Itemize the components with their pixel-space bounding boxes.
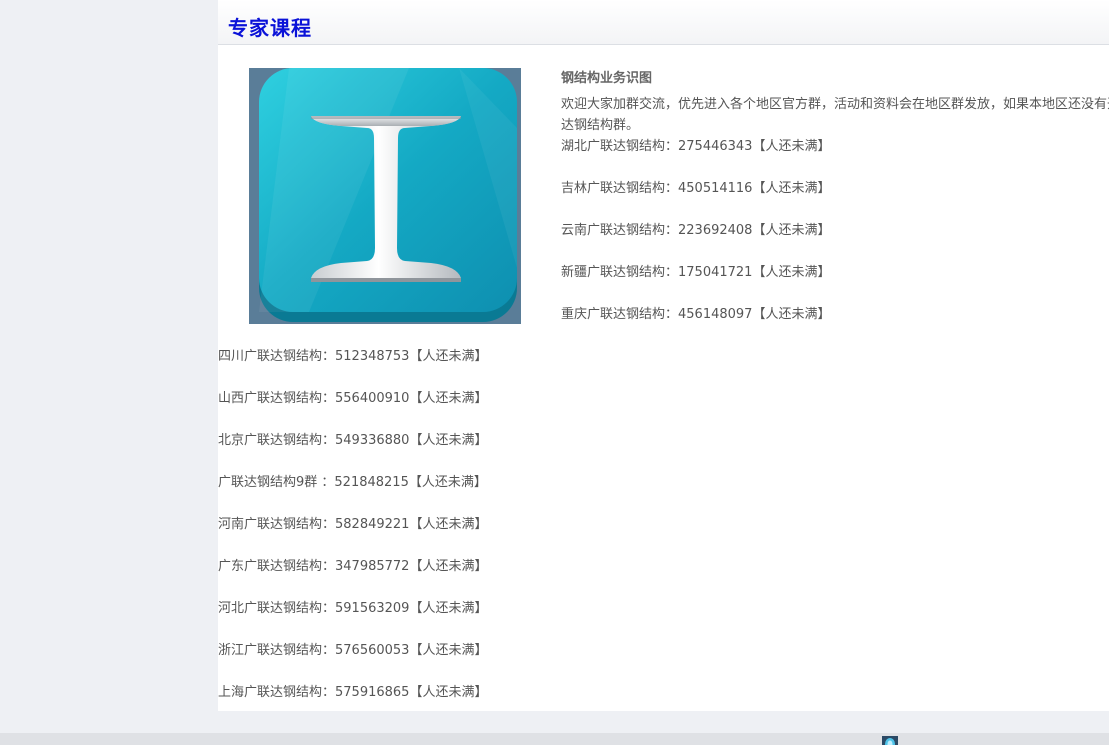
page: 专家课程 钢结构业务识图 欢迎大家加群交流，优先进入各个地区官方群，活动和资料会… bbox=[0, 0, 1109, 745]
main-content: 专家课程 钢结构业务识图 欢迎大家加群交流，优先进入各个地区官方群，活动和资料会… bbox=[218, 0, 1109, 711]
group-item: 重庆广联达钢结构：456148097【人还未满】 bbox=[561, 307, 831, 322]
section-header: 专家课程 bbox=[218, 0, 1109, 45]
course-intro: 欢迎大家加群交流，优先进入各个地区官方群，活动和资料会在地区群发放，如果本地区还… bbox=[561, 94, 1109, 136]
group-list: 四川广联达钢结构：512348753【人还未满】 山西广联达钢结构：556400… bbox=[218, 346, 487, 703]
group-item: 山西广联达钢结构：556400910【人还未满】 bbox=[218, 391, 488, 406]
group-item: 浙江广联达钢结构：576560053【人还未满】 bbox=[218, 643, 488, 658]
course-intro-line: 欢迎大家加群交流，优先进入各个地区官方群，活动和资料会在地区群发放，如果本地区还… bbox=[561, 97, 1109, 112]
group-item: 四川广联达钢结构：512348753【人还未满】 bbox=[218, 349, 488, 364]
group-item: 北京广联达钢结构：549336880【人还未满】 bbox=[218, 433, 488, 448]
course-intro-line: 达钢结构群。 bbox=[561, 118, 640, 133]
group-item: 吉林广联达钢结构：450514116【人还未满】 bbox=[561, 181, 831, 196]
course-image[interactable] bbox=[249, 68, 521, 324]
group-item: 河北广联达钢结构：591563209【人还未满】 bbox=[218, 601, 488, 616]
section-title: 专家课程 bbox=[228, 16, 312, 40]
group-item: 广东广联达钢结构：347985772【人还未满】 bbox=[218, 559, 488, 574]
group-item: 上海广联达钢结构：575916865【人还未满】 bbox=[218, 685, 488, 700]
group-item: 河南广联达钢结构：582849221【人还未满】 bbox=[218, 517, 488, 532]
course-title: 钢结构业务识图 bbox=[561, 71, 653, 86]
group-item: 新疆广联达钢结构：175041721【人还未满】 bbox=[561, 265, 831, 280]
group-item: 广联达钢结构9群 ：521848215【人还未满】 bbox=[218, 475, 487, 490]
course-info: 钢结构业务识图 欢迎大家加群交流，优先进入各个地区官方群，活动和资料会在地区群发… bbox=[561, 68, 1109, 325]
shield-tray-icon[interactable] bbox=[882, 733, 898, 745]
group-item: 湖北广联达钢结构：275446343【人还未满】 bbox=[561, 139, 831, 154]
steel-i-beam-app-icon bbox=[249, 68, 521, 324]
status-bar bbox=[0, 733, 1109, 745]
group-item: 云南广联达钢结构：223692408【人还未满】 bbox=[561, 223, 831, 238]
